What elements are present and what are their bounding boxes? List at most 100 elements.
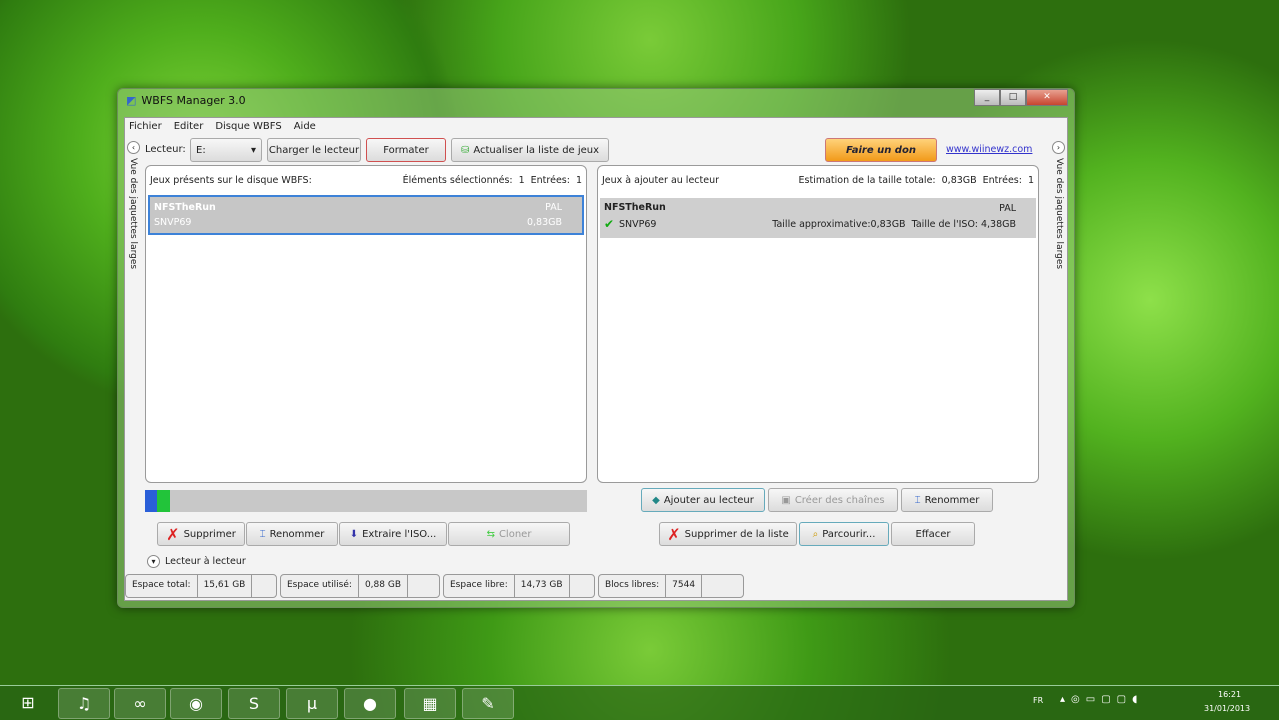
create-channels-button[interactable]: ▣ Créer des chaînes: [768, 488, 898, 512]
rename-right-button[interactable]: ⌶ Renommer: [901, 488, 993, 512]
rename-label: Renommer: [269, 528, 325, 540]
refresh-games-button[interactable]: ⛁ Actualiser la liste de jeux: [451, 138, 609, 162]
left-panel-title: Jeux présents sur le disque WBFS:: [150, 174, 312, 186]
browse-button[interactable]: ⌕ Parcourir...: [799, 522, 889, 546]
status-blocks: Blocs libres: 7544: [598, 574, 744, 598]
game-row[interactable]: NFSTheRun ✔ SNVP69 PAL Taille approximat…: [600, 198, 1036, 238]
right-panel-title: Jeux à ajouter au lecteur: [602, 174, 720, 186]
extract-label: Extraire l'ISO...: [362, 528, 437, 540]
extract-iso-button[interactable]: ⬇ Extraire l'ISO...: [339, 522, 447, 546]
collapse-right-icon[interactable]: ›: [1052, 141, 1065, 154]
menu-fichier[interactable]: Fichier: [129, 121, 162, 132]
folder-icon: ⌕: [812, 528, 819, 540]
app-window: ◩ WBFS Manager 3.0 _ □ ✕ Fichier Editer Dis…: [117, 88, 1075, 608]
rename-icon: ⌶: [914, 494, 921, 506]
client-area: Fichier Editer Disque WBFS Aide ‹ Vue de…: [124, 117, 1068, 601]
game-row[interactable]: NFSTheRun SNVP69 PAL 0,83GB: [148, 195, 584, 235]
estimate-label: Estimation de la taille totale:: [798, 174, 936, 186]
window-title: WBFS Manager 3.0: [141, 94, 246, 107]
extract-icon: ⬇: [349, 528, 359, 540]
drive-select[interactable]: E: ▾: [190, 138, 262, 162]
taskbar: ⊞ ♫ ∞ ◉ S µ ● ▦ ✎ FR ▴◎▭▢▢◖ 16:21 31/01/…: [0, 685, 1279, 720]
start-button[interactable]: ⊞: [2, 688, 54, 719]
rename-right-label: Renommer: [924, 494, 980, 506]
menu-aide[interactable]: Aide: [294, 121, 316, 132]
format-button[interactable]: Formater: [366, 138, 446, 162]
x-icon: ✗: [667, 524, 681, 544]
selected-label: Éléments sélectionnés:: [402, 174, 513, 186]
menu-disque-wbfs[interactable]: Disque WBFS: [215, 121, 281, 132]
game-id: SNVP69: [619, 219, 657, 230]
skype-icon[interactable]: S: [228, 688, 280, 719]
donate-button[interactable]: Faire un don: [825, 138, 937, 162]
refresh-label: Actualiser la liste de jeux: [473, 144, 600, 156]
total-value: 15,61 GB: [198, 575, 253, 597]
drive-refresh-icon: ⛁: [460, 144, 470, 156]
free-value: 14,73 GB: [515, 575, 570, 597]
rename-icon: ⌶: [259, 528, 266, 540]
iso-size: Taille de l'ISO: 4,38GB: [911, 219, 1016, 230]
free-label: Espace libre:: [444, 575, 515, 597]
clone-button[interactable]: ⇆ Cloner: [448, 522, 570, 546]
status-free: Espace libre: 14,73 GB: [443, 574, 595, 598]
used-value: 0,88 GB: [359, 575, 409, 597]
menu-bar: Fichier Editer Disque WBFS Aide: [129, 121, 316, 132]
load-drive-button[interactable]: Charger le lecteur: [267, 138, 361, 162]
clock-time[interactable]: 16:21: [1218, 690, 1241, 699]
left-cover-view-label[interactable]: Vue des jaquettes larges: [128, 158, 138, 269]
maximize-button[interactable]: □: [1000, 89, 1026, 106]
game-size: 0,83GB: [526, 217, 562, 228]
delete-button[interactable]: ✗ Supprimer: [157, 522, 245, 546]
collapse-left-icon[interactable]: ‹: [127, 141, 140, 154]
game-region: PAL: [545, 202, 562, 213]
blocks-value: 7544: [666, 575, 703, 597]
title-bar: ◩ WBFS Manager 3.0: [126, 94, 246, 107]
chevron-down-icon: ▾: [250, 144, 256, 156]
paint-icon[interactable]: ✎: [462, 688, 514, 719]
itunes-icon[interactable]: ♫: [58, 688, 110, 719]
minimize-button[interactable]: _: [974, 89, 1000, 106]
clone-icon: ⇆: [486, 528, 495, 540]
clock-date[interactable]: 31/01/2013: [1204, 704, 1250, 713]
utorrent-icon[interactable]: µ: [286, 688, 338, 719]
remove-from-list-button[interactable]: ✗ Supprimer de la liste: [659, 522, 797, 546]
tray-icons[interactable]: ▴◎▭▢▢◖: [1060, 694, 1143, 705]
game-region: PAL: [999, 203, 1016, 214]
blocks-label: Blocs libres:: [599, 575, 667, 597]
remove-label: Supprimer de la liste: [684, 528, 789, 540]
app-icon[interactable]: ●: [344, 688, 396, 719]
drive-value: E:: [196, 144, 206, 156]
delete-label: Supprimer: [183, 528, 236, 540]
visual-studio-icon[interactable]: ∞: [114, 688, 166, 719]
expand-icon[interactable]: ▾: [147, 555, 160, 568]
clone-label: Cloner: [498, 528, 532, 540]
clear-button[interactable]: Effacer: [891, 522, 975, 546]
browse-label: Parcourir...: [822, 528, 876, 540]
total-label: Espace total:: [126, 575, 198, 597]
wbfs-games-panel: Jeux présents sur le disque WBFS: Élément…: [145, 165, 587, 483]
status-used: Espace utilisé: 0,88 GB: [280, 574, 440, 598]
approx-size: Taille approximative:0,83GB: [772, 219, 906, 230]
windows-logo-icon: ⊞: [21, 693, 35, 712]
channel-icon: ▣: [781, 494, 791, 506]
close-button[interactable]: ✕: [1026, 89, 1068, 106]
used-segment: [145, 490, 158, 512]
menu-editer[interactable]: Editer: [174, 121, 204, 132]
rename-button[interactable]: ⌶ Renommer: [246, 522, 338, 546]
entries-count: 1: [1027, 174, 1034, 186]
add-icon: ◆: [652, 494, 660, 506]
entries-label: Entrées:: [530, 174, 570, 186]
game-name: NFSTheRun: [154, 202, 216, 213]
chrome-icon[interactable]: ◉: [170, 688, 222, 719]
add-label: Ajouter au lecteur: [663, 494, 754, 506]
wbfs-icon[interactable]: ▦: [404, 688, 456, 719]
game-sizes: Taille approximative:0,83GB Taille de l'…: [772, 219, 1016, 230]
estimate-value: 0,83GB: [941, 174, 977, 186]
status-total: Espace total: 15,61 GB: [125, 574, 277, 598]
drive-to-drive-toggle[interactable]: Lecteur à lecteur: [165, 556, 246, 567]
website-link[interactable]: www.wiinewz.com: [946, 144, 1032, 155]
add-to-drive-button[interactable]: ◆ Ajouter au lecteur: [641, 488, 765, 512]
right-cover-view-label[interactable]: Vue des jaquettes larges: [1054, 158, 1064, 269]
used-label: Espace utilisé:: [281, 575, 359, 597]
language-indicator[interactable]: FR: [1033, 696, 1043, 705]
